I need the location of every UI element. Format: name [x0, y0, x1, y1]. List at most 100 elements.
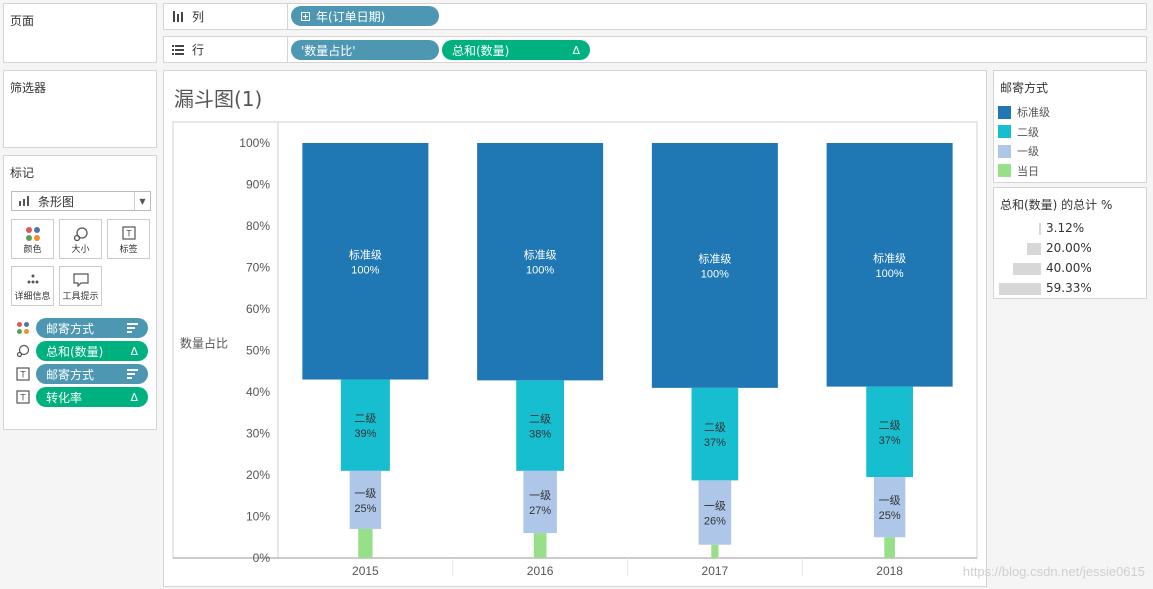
y-axis-title: 数量占比: [180, 336, 228, 351]
size-legend-item[interactable]: 40.00%: [994, 260, 1146, 278]
bar-label-name: 二级: [879, 419, 901, 432]
size-icon: [16, 344, 30, 358]
year-order-date-label: 年(订单日期): [316, 9, 386, 24]
size-legend-label: 59.33%: [1046, 281, 1092, 295]
bar-label-percent: 100%: [701, 268, 729, 280]
y-tick-label: 80%: [246, 219, 270, 233]
color-button[interactable]: 颜色: [11, 219, 54, 259]
detail-icon: [27, 274, 38, 284]
bar-label-name: 一级: [879, 494, 901, 507]
bar-label-name: 一级: [354, 487, 376, 500]
detail-button[interactable]: 详细信息: [11, 266, 54, 306]
y-tick-label: 60%: [246, 302, 270, 316]
legend-item[interactable]: 一级: [998, 143, 1039, 159]
tooltip-button[interactable]: 工具提示: [59, 266, 102, 306]
bar-label-percent: 100%: [876, 268, 904, 280]
rows-icon: [172, 45, 184, 55]
size-legend: 总和(数量) 的总计 % 3.12% 20.00% 40.00% 59.33%: [993, 187, 1147, 299]
sort-icon: [127, 323, 138, 335]
columns-shelf[interactable]: 列 年(订单日期): [163, 3, 1147, 30]
legend-item[interactable]: 二级: [998, 124, 1039, 140]
color-field-pill[interactable]: 邮寄方式: [36, 318, 148, 338]
sum-quantity-pill[interactable]: 总和(数量) Δ: [442, 40, 590, 60]
size-legend-item[interactable]: 59.33%: [994, 280, 1146, 298]
rows-shelf-label: 行: [164, 37, 288, 62]
mark-type-label: 条形图: [38, 194, 75, 209]
funnel-chart: 100% 90% 80% 70% 60% 50% 40% 30% 20% 10% 0% 数量占比 标准级…: [172, 121, 978, 578]
y-tick-label: 20%: [246, 468, 270, 482]
chevron-down-icon[interactable]: ▼: [134, 192, 150, 210]
legend-item[interactable]: 当日: [998, 163, 1039, 179]
y-tick-label: 10%: [246, 510, 270, 524]
sum-quantity-label: 总和(数量): [452, 43, 510, 58]
size-legend-shape: [1026, 243, 1041, 255]
size-legend-label: 3.12%: [1046, 221, 1085, 235]
legend-label: 当日: [1017, 164, 1039, 178]
bar-label-name: 二级: [354, 412, 376, 425]
label-icon: T: [121, 226, 136, 240]
bar-label-name: 二级: [704, 421, 726, 434]
marks-card-title: 标记: [10, 166, 35, 180]
bar-label-percent: 39%: [354, 428, 376, 440]
table-calc-delta-icon: Δ: [130, 344, 138, 358]
y-tick-label: 50%: [246, 344, 270, 358]
label-field-pill[interactable]: 邮寄方式: [36, 364, 148, 384]
color-icon: [25, 227, 40, 241]
marks-card: 标记 条形图 ▼ 颜色 大小 T 标签 详细信息 工具提示 邮寄方式 总和(数量…: [3, 155, 157, 430]
bar-label-percent: 38%: [529, 429, 551, 441]
quantity-share-label: '数量占比': [301, 43, 356, 58]
color-button-label: 颜色: [23, 245, 42, 255]
size-icon: [73, 227, 88, 242]
conversion-rate-pill[interactable]: 转化率 Δ: [36, 387, 148, 407]
pages-card[interactable]: 页面: [3, 3, 157, 63]
pages-card-title: 页面: [10, 14, 35, 28]
bar-label-name: 二级: [529, 413, 551, 426]
rows-shelf[interactable]: 行 '数量占比' 总和(数量) Δ: [163, 36, 1147, 63]
size-button[interactable]: 大小: [59, 219, 102, 259]
table-calc-delta-icon: Δ: [130, 390, 138, 404]
legend-swatch: [998, 105, 1011, 119]
size-legend-shape: [1038, 223, 1041, 235]
bar-label-percent: 25%: [879, 510, 901, 522]
size-legend-item[interactable]: 20.00%: [994, 240, 1146, 258]
bar-label-percent: 100%: [526, 265, 554, 277]
y-tick-label: 0%: [253, 551, 271, 565]
bar-label-name: 一级: [704, 500, 726, 513]
mark-type-dropdown[interactable]: 条形图 ▼: [11, 191, 151, 211]
color-field-label: 邮寄方式: [46, 321, 95, 336]
bar-label-name: 标准级: [524, 248, 557, 262]
detail-button-label: 详细信息: [14, 292, 51, 302]
filters-card[interactable]: 筛选器: [3, 70, 157, 148]
color-icon: [17, 322, 29, 334]
y-tick-label: 90%: [246, 178, 270, 192]
legend-label: 二级: [1017, 125, 1039, 139]
legend-item[interactable]: 标准级: [998, 104, 1050, 120]
bar-label-percent: 37%: [704, 437, 726, 449]
legend-swatch: [998, 125, 1011, 138]
funnel-bar: [884, 537, 895, 558]
color-legend-title: 邮寄方式: [1000, 81, 1049, 95]
quantity-share-pill[interactable]: '数量占比': [291, 40, 439, 60]
funnel-bar: [711, 544, 719, 558]
size-button-label: 大小: [71, 245, 90, 255]
svg-text:T: T: [20, 393, 26, 403]
bar-label-name: 标准级: [698, 251, 731, 265]
label-field-label: 邮寄方式: [46, 367, 95, 382]
expand-icon[interactable]: [301, 11, 310, 21]
label-button-label: 标签: [119, 245, 138, 255]
table-calc-delta-icon: Δ: [572, 43, 580, 57]
y-tick-label: 30%: [246, 427, 270, 441]
legend-swatch: [998, 144, 1011, 158]
size-legend-item[interactable]: 3.12%: [994, 220, 1146, 238]
size-legend-label: 40.00%: [1046, 261, 1092, 275]
x-tick-label: 2018: [876, 564, 903, 578]
color-legend: 邮寄方式 标准级二级一级当日: [993, 70, 1147, 183]
year-order-date-pill[interactable]: 年(订单日期): [291, 6, 439, 26]
x-tick-label: 2015: [352, 564, 379, 578]
label-button[interactable]: T 标签: [107, 219, 150, 259]
sort-icon: [127, 369, 138, 381]
size-field-label: 总和(数量): [46, 344, 104, 359]
size-field-pill[interactable]: 总和(数量) Δ: [36, 341, 148, 361]
label-icon: T: [16, 367, 30, 381]
rows-shelf-title: 行: [192, 43, 205, 57]
